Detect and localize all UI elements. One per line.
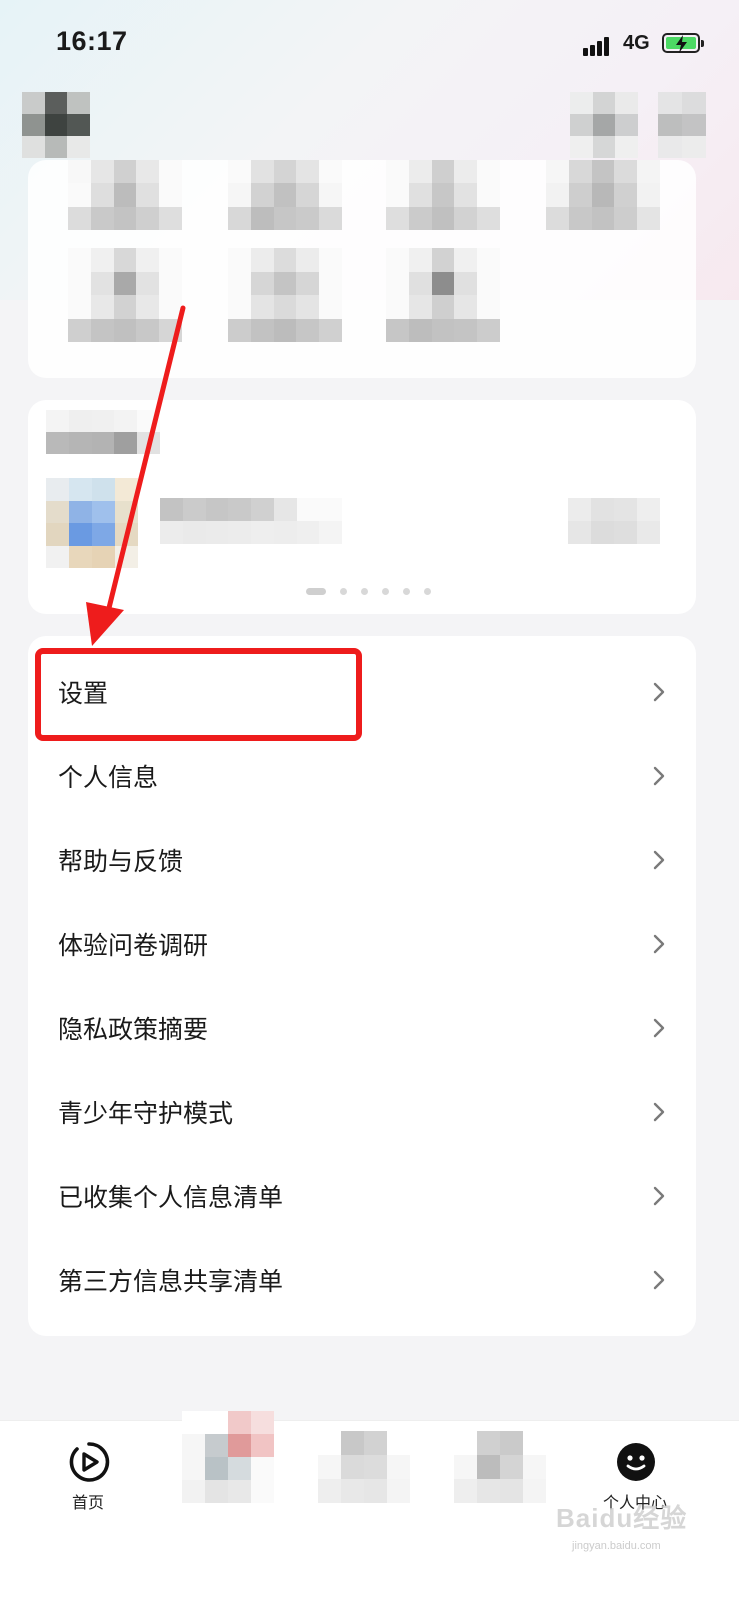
menu-item-help-feedback[interactable]: 帮助与反馈 bbox=[28, 818, 696, 902]
menu-item-privacy-summary[interactable]: 隐私政策摘要 bbox=[28, 986, 696, 1070]
nav-item-blurred-1[interactable] bbox=[182, 1411, 274, 1503]
menu-item-teen-mode[interactable]: 青少年守护模式 bbox=[28, 1070, 696, 1154]
chevron-right-icon bbox=[653, 1102, 665, 1122]
menu-item-personal-info[interactable]: 个人信息 bbox=[28, 734, 696, 818]
nav-item-blurred-2[interactable] bbox=[318, 1431, 410, 1503]
menu-item-third-party-sharing[interactable]: 第三方信息共享清单 bbox=[28, 1238, 696, 1322]
annotation-highlight-box bbox=[35, 648, 362, 741]
nav-home-label: 首页 bbox=[71, 1493, 104, 1512]
menu-item-label: 已收集个人信息清单 bbox=[58, 1183, 284, 1212]
menu-item-label: 第三方信息共享清单 bbox=[58, 1267, 284, 1296]
menu-item-label: 青少年守护模式 bbox=[58, 1099, 234, 1128]
watermark-logo: Baidu经验 bbox=[556, 1503, 688, 1533]
menu-item-survey[interactable]: 体验问卷调研 bbox=[28, 902, 696, 986]
menu-item-label: 体验问卷调研 bbox=[58, 931, 209, 960]
nav-home[interactable]: 首页 bbox=[28, 1421, 148, 1541]
smiley-face-icon bbox=[617, 1443, 655, 1481]
annotation-arrow bbox=[86, 305, 186, 646]
nav-item-blurred-3[interactable] bbox=[454, 1431, 546, 1503]
menu-item-label: 隐私政策摘要 bbox=[58, 1015, 209, 1044]
chevron-right-icon bbox=[653, 850, 665, 870]
chevron-right-icon bbox=[653, 766, 665, 786]
chevron-right-icon bbox=[653, 1018, 665, 1038]
settings-menu: 设置 个人信息 帮助与反馈 体验问卷调研 隐私政策摘要 青少年守护模式 已收集个… bbox=[28, 636, 696, 1336]
watermark-url: jingyan.baidu.com bbox=[572, 1540, 661, 1552]
chevron-right-icon bbox=[653, 934, 665, 954]
play-circle-icon bbox=[69, 1442, 110, 1482]
menu-item-label: 帮助与反馈 bbox=[58, 847, 184, 876]
menu-item-collected-info[interactable]: 已收集个人信息清单 bbox=[28, 1154, 696, 1238]
menu-item-label: 个人信息 bbox=[58, 763, 159, 792]
chevron-right-icon bbox=[653, 1270, 665, 1290]
chevron-right-icon bbox=[653, 1186, 665, 1206]
